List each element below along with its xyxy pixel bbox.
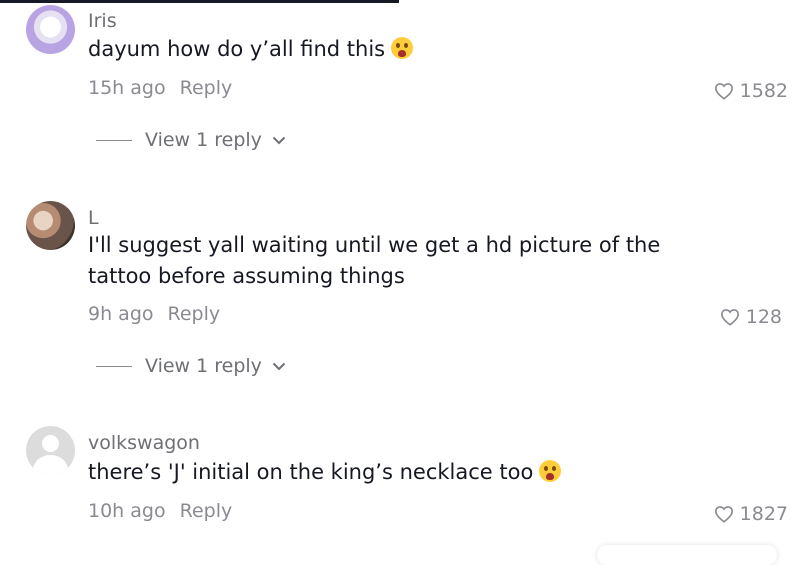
comment-text-line: tattoo before assuming things bbox=[88, 264, 405, 288]
like-button[interactable]: 1582 bbox=[714, 80, 788, 102]
comment-text: I'll suggest yall waiting until we get a… bbox=[88, 230, 688, 292]
reply-button[interactable]: Reply bbox=[180, 500, 233, 522]
reply-button[interactable]: Reply bbox=[168, 303, 221, 325]
view-replies-button[interactable]: View 1 reply bbox=[96, 355, 286, 377]
view-replies-button[interactable]: View 1 reply bbox=[96, 129, 286, 151]
comment-text-content: there’s 'J' initial on the king’s neckla… bbox=[88, 460, 534, 484]
crying-emoji-icon bbox=[539, 460, 562, 482]
comment-text: dayum how do y’all find this bbox=[88, 34, 688, 65]
comment-meta: 9h ago Reply bbox=[88, 303, 220, 325]
heart-outline-icon bbox=[714, 83, 733, 100]
like-button[interactable]: 1827 bbox=[714, 503, 788, 525]
top-divider bbox=[0, 0, 399, 3]
heart-outline-icon bbox=[714, 506, 733, 523]
like-count: 1827 bbox=[739, 503, 788, 525]
like-count: 128 bbox=[745, 306, 782, 328]
reply-button[interactable]: Reply bbox=[180, 77, 233, 99]
comment-username[interactable]: volkswagon bbox=[88, 432, 200, 454]
comment-text-content: dayum how do y’all find this bbox=[88, 37, 386, 61]
chevron-down-icon bbox=[272, 362, 286, 370]
chevron-down-icon bbox=[272, 136, 286, 144]
comment-meta: 15h ago Reply bbox=[88, 77, 232, 99]
divider-line bbox=[96, 365, 132, 367]
like-count: 1582 bbox=[739, 80, 788, 102]
like-button[interactable]: 128 bbox=[720, 306, 782, 328]
bottom-input-edge bbox=[597, 545, 777, 565]
avatar[interactable] bbox=[26, 201, 75, 250]
avatar[interactable] bbox=[26, 426, 75, 475]
heart-outline-icon bbox=[720, 309, 739, 326]
divider-line bbox=[96, 139, 132, 141]
default-avatar-head bbox=[42, 435, 59, 452]
comment-text-line: I'll suggest yall waiting until we get a… bbox=[88, 233, 661, 257]
crying-emoji-icon bbox=[391, 37, 414, 59]
comment-text: there’s 'J' initial on the king’s neckla… bbox=[88, 457, 688, 488]
comment-timestamp: 9h ago bbox=[88, 303, 154, 325]
avatar[interactable] bbox=[26, 5, 75, 54]
comment-username[interactable]: Iris bbox=[88, 10, 117, 32]
comment-timestamp: 10h ago bbox=[88, 500, 166, 522]
comment-timestamp: 15h ago bbox=[88, 77, 166, 99]
view-replies-label: View 1 reply bbox=[145, 355, 262, 377]
comment-meta: 10h ago Reply bbox=[88, 500, 232, 522]
view-replies-label: View 1 reply bbox=[145, 129, 262, 151]
comment-username[interactable]: L bbox=[88, 207, 99, 229]
default-avatar-body bbox=[33, 455, 68, 475]
